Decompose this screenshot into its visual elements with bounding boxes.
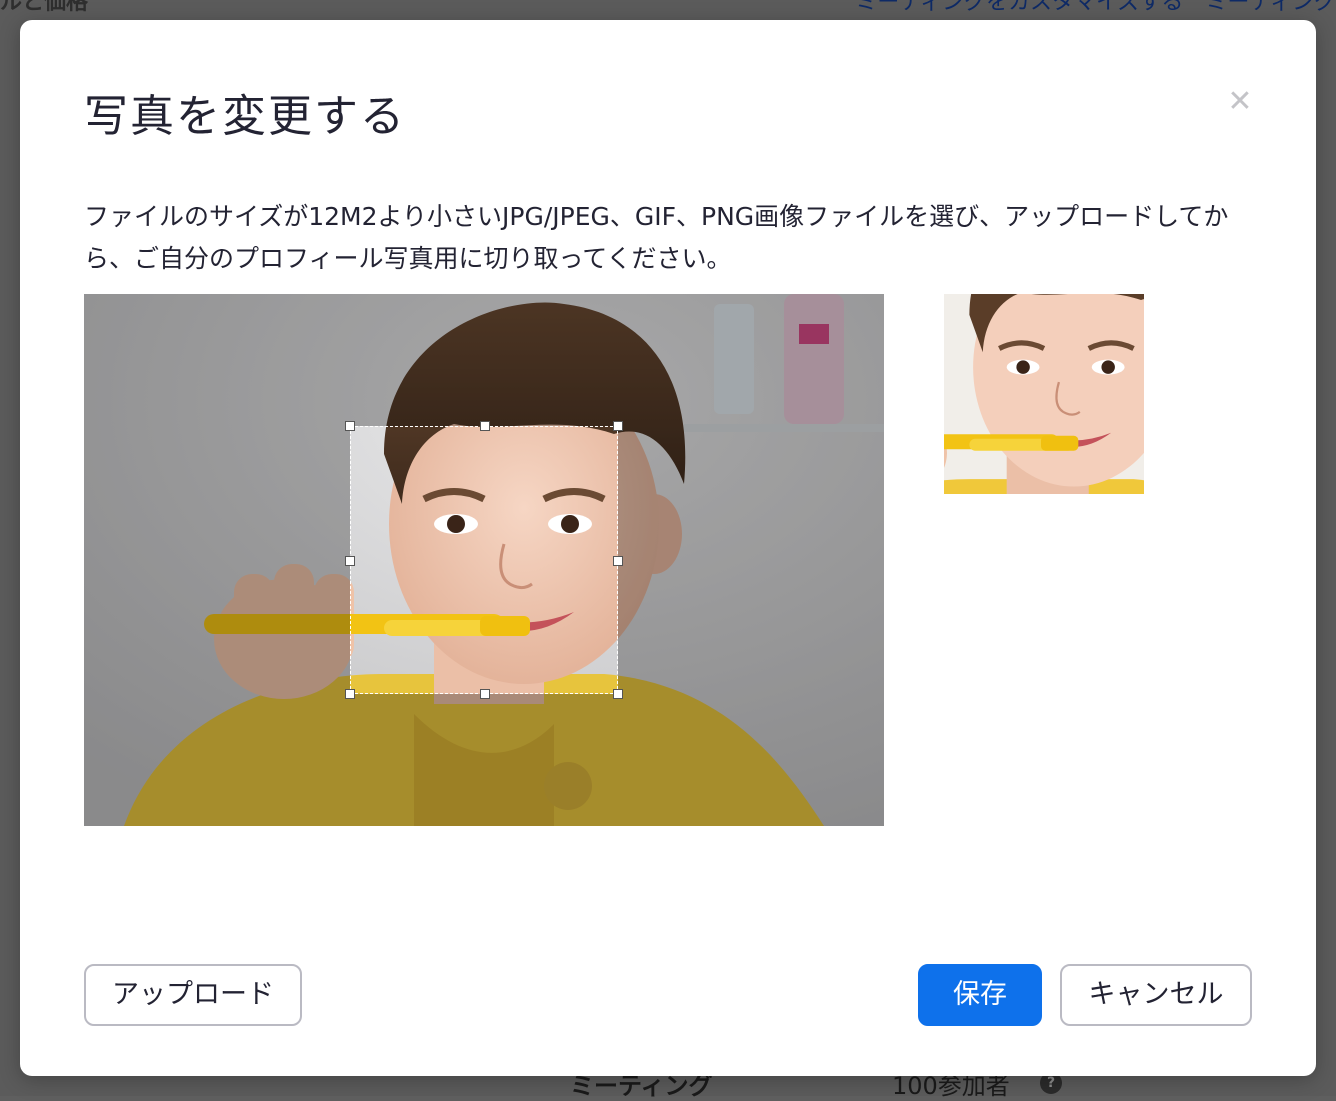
save-button[interactable]: 保存 xyxy=(918,964,1042,1026)
crop-handle-left[interactable] xyxy=(345,556,355,566)
background-heading: ルと価格 xyxy=(0,0,89,15)
crop-handle-top-right[interactable] xyxy=(613,421,623,431)
crop-handle-right[interactable] xyxy=(613,556,623,566)
crop-handle-bottom-right[interactable] xyxy=(613,689,623,699)
crop-mask-right xyxy=(618,426,884,694)
preview-image xyxy=(944,294,1144,494)
dialog-title: 写真を変更する xyxy=(84,91,406,142)
close-icon[interactable]: ✕ xyxy=(1224,86,1256,118)
upload-button[interactable]: アップロード xyxy=(84,964,302,1026)
crop-preview xyxy=(944,294,1144,494)
crop-mask-left xyxy=(84,426,350,694)
crop-selection[interactable] xyxy=(345,421,623,699)
cancel-button[interactable]: キャンセル xyxy=(1060,964,1252,1026)
change-photo-dialog: 写真を変更する ✕ ファイルのサイズが12M2より小さいJPG/JPEG、GIF… xyxy=(20,20,1316,1076)
background-link: ミーティングをカスタマイズする ミーティング xyxy=(855,0,1336,15)
crop-handle-top-left[interactable] xyxy=(345,421,355,431)
crop-mask-bottom xyxy=(84,694,884,826)
crop-handle-bottom-left[interactable] xyxy=(345,689,355,699)
dialog-description: ファイルのサイズが12M2より小さいJPG/JPEG、GIF、PNG画像ファイル… xyxy=(84,202,1229,273)
crop-mask-top xyxy=(84,294,884,426)
photo-crop-area[interactable] xyxy=(84,294,884,826)
crop-handle-top[interactable] xyxy=(480,421,490,431)
crop-handle-bottom[interactable] xyxy=(480,689,490,699)
